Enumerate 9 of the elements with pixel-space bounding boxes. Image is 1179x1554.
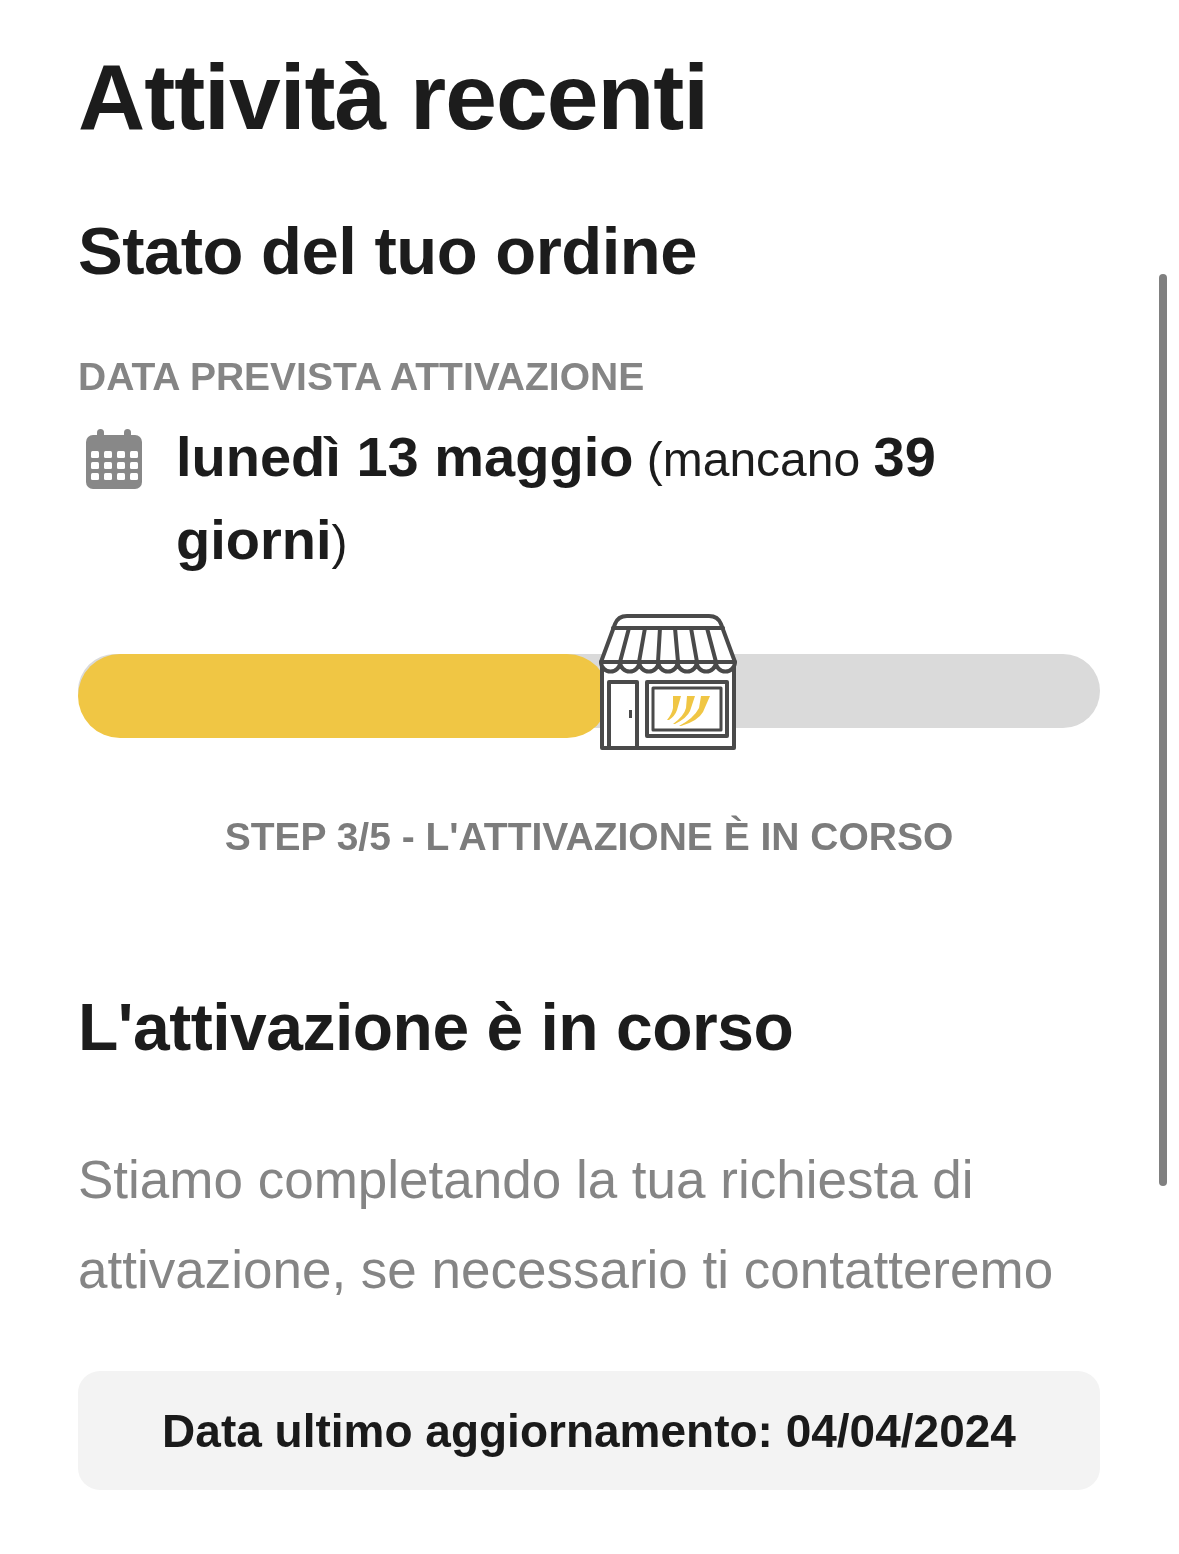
section-title: Stato del tuo ordine	[78, 212, 699, 290]
activation-date: lunedì 13 maggio (mancano 39 giorni)	[176, 424, 937, 573]
status-description: Stiamo completando la tua richiesta di attivazione, se necessario ti contatteremo	[78, 1149, 1055, 1301]
step-status-text: STEP 3/5 - L'ATTIVAZIONE È IN CORSO	[223, 814, 955, 860]
last-update-banner: Data ultimo aggiornamento: 04/04/2024	[78, 1371, 1100, 1490]
date-label: DATA PREVISTA ATTIVAZIONE	[78, 355, 646, 399]
calendar-icon	[86, 429, 142, 489]
page-title: Attività recenti	[78, 44, 709, 151]
status-title: L'attivazione è in corso	[78, 989, 795, 1066]
